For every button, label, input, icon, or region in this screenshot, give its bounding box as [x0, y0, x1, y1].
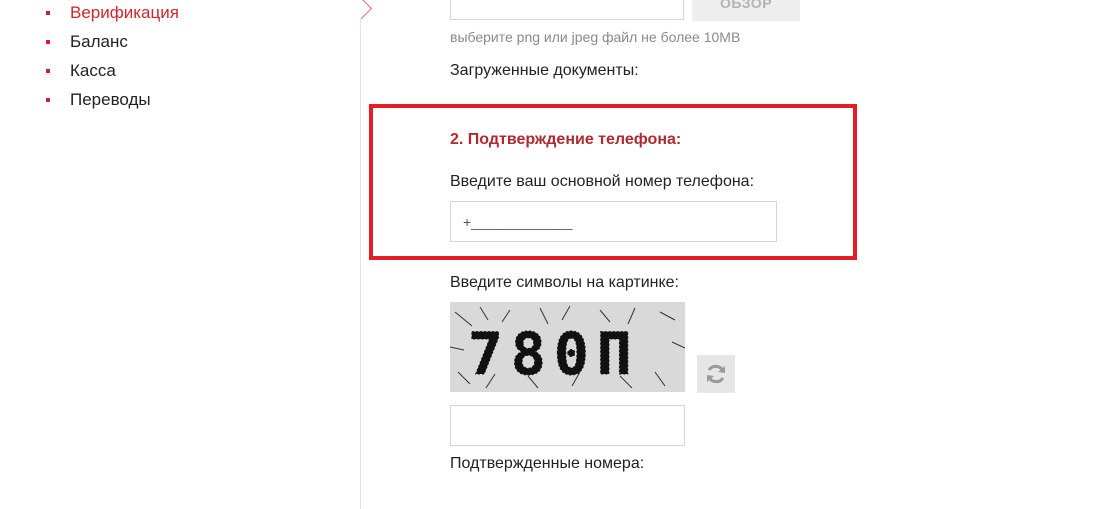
sidebar-item-label: Верификация [70, 3, 179, 22]
refresh-icon [707, 364, 725, 384]
captcha-image: 780П [450, 302, 685, 392]
verification-page: Верификация Баланс Касса Переводы ОБЗОР … [0, 0, 1101, 509]
sidebar-divider [360, 0, 361, 509]
active-item-arrow-icon [350, 0, 373, 20]
bullet-icon [46, 11, 50, 15]
sidebar-item-label: Касса [70, 61, 116, 80]
sidebar-item-label: Баланс [70, 32, 128, 51]
phone-prompt-label: Введите ваш основной номер телефона: [450, 173, 755, 190]
bullet-icon [46, 40, 50, 44]
captcha-label: Введите символы на картинке: [450, 274, 679, 291]
bullet-icon [46, 98, 50, 102]
file-path-field[interactable] [450, 0, 684, 20]
sidebar-item-label: Переводы [70, 90, 151, 109]
browse-button[interactable]: ОБЗОР [692, 0, 800, 21]
bullet-icon [46, 69, 50, 73]
captcha-input[interactable] [450, 405, 685, 446]
confirmed-numbers-label: Подтвержденные номера: [450, 455, 645, 472]
captcha-refresh-button[interactable] [697, 355, 735, 393]
phone-number-input[interactable] [450, 201, 777, 242]
phone-section-heading: 2. Подтверждение телефона: [450, 131, 682, 148]
uploaded-documents-label: Загруженные документы: [450, 62, 639, 79]
captcha-text: 780П [468, 320, 640, 388]
file-hint: выберите png или jpeg файл не более 10MB [450, 29, 741, 45]
